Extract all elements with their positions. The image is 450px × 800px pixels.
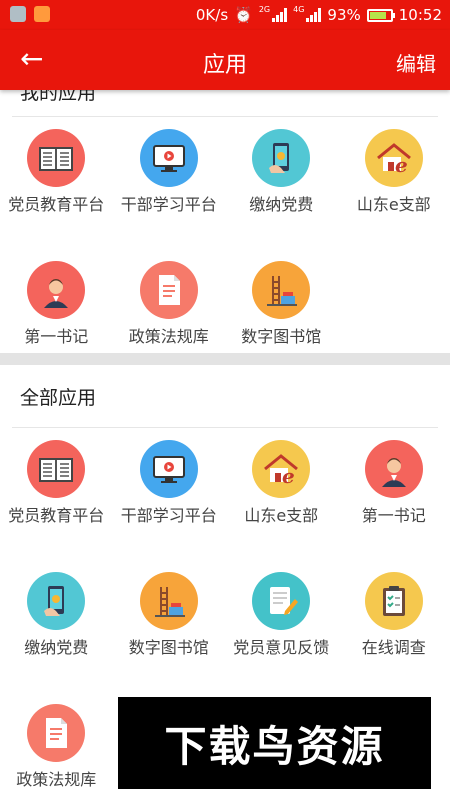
app-tile-label: 政策法规库 bbox=[16, 770, 97, 789]
svg-text:e: e bbox=[395, 153, 408, 177]
bookshelf-ladder-icon bbox=[252, 261, 311, 319]
network-speed: 0K/s bbox=[195, 6, 229, 24]
watermark-overlay: 下载鸟资源 bbox=[118, 697, 431, 789]
app-tile-label: 在线调查 bbox=[361, 638, 426, 657]
app-tile[interactable]: e 山东e支部 bbox=[338, 117, 450, 249]
all-apps-header: 全部应用 bbox=[0, 365, 450, 417]
my-apps-title: 我的应用 bbox=[20, 90, 97, 104]
app-tile[interactable]: 缴纳党费 bbox=[0, 560, 113, 692]
app-tile-label: 党员教育平台 bbox=[8, 506, 105, 525]
app-tile[interactable]: 干部学习平台 bbox=[113, 117, 226, 249]
app-tile[interactable]: 数字图书馆 bbox=[113, 560, 226, 692]
network-type-1: 2G bbox=[258, 4, 271, 14]
signal-icon-1 bbox=[272, 8, 288, 22]
content-scroll[interactable]: 我的应用 党员教育平台 干部学习平台 缴纳党费 e 山东e支部 第一书记 政策法规库 数字图书… bbox=[0, 90, 450, 800]
app-tile[interactable]: 干部学习平台 bbox=[113, 428, 226, 560]
battery-icon bbox=[366, 8, 395, 22]
app-tile[interactable]: e 山东e支部 bbox=[225, 428, 338, 560]
app-tile[interactable]: 政策法规库 bbox=[113, 249, 226, 381]
app-tile[interactable]: 在线调查 bbox=[338, 560, 450, 692]
status-bar: 0K/s ⏰ 2G 4G 93% 10:52 bbox=[0, 0, 450, 30]
person-avatar-icon bbox=[364, 440, 423, 498]
house-e-icon: e bbox=[252, 440, 311, 498]
app-tile-label: 干部学习平台 bbox=[120, 506, 217, 525]
person-avatar-icon bbox=[27, 261, 86, 319]
notepad-pencil-icon bbox=[252, 572, 311, 630]
app-tile-label: 党员教育平台 bbox=[8, 195, 105, 214]
app-tile-label: 山东e支部 bbox=[356, 195, 431, 214]
notification-app-icon bbox=[10, 6, 26, 22]
open-book-icon bbox=[27, 440, 86, 498]
signal-icon-2 bbox=[306, 8, 322, 22]
monitor-play-icon bbox=[139, 129, 198, 187]
app-tile-label: 缴纳党费 bbox=[249, 195, 314, 214]
app-tile-label: 第一书记 bbox=[361, 506, 426, 525]
notification-alert-icon bbox=[34, 6, 50, 22]
app-bar: ← 应用 编辑 bbox=[0, 30, 450, 90]
network-type-2: 4G bbox=[293, 4, 305, 14]
phone-payment-icon bbox=[27, 572, 86, 630]
clipboard-check-icon bbox=[364, 572, 423, 630]
alarm-icon: ⏰ bbox=[234, 6, 253, 24]
all-apps-title: 全部应用 bbox=[20, 387, 97, 409]
edit-button[interactable]: 编辑 bbox=[396, 48, 436, 77]
svg-text:e: e bbox=[282, 464, 295, 488]
battery-percent: 93% bbox=[327, 6, 361, 24]
my-apps-header: 我的应用 bbox=[0, 90, 450, 116]
app-tile[interactable]: 第一书记 bbox=[338, 428, 450, 560]
document-icon bbox=[27, 704, 86, 762]
app-tile-label: 数字图书馆 bbox=[241, 327, 322, 346]
app-tile[interactable]: 政策法规库 bbox=[0, 692, 113, 800]
document-icon bbox=[139, 261, 198, 319]
monitor-play-icon bbox=[139, 440, 198, 498]
app-tile-label: 缴纳党费 bbox=[24, 638, 89, 657]
app-tile-label: 数字图书馆 bbox=[128, 638, 209, 657]
status-indicators: 0K/s ⏰ 2G 4G 93% 10:52 bbox=[195, 4, 442, 25]
app-tile[interactable]: 党员教育平台 bbox=[0, 428, 113, 560]
app-tile-label: 第一书记 bbox=[24, 327, 89, 346]
bookshelf-ladder-icon bbox=[139, 572, 198, 630]
app-tile-label: 党员意见反馈 bbox=[233, 638, 330, 657]
app-tile-label: 政策法规库 bbox=[128, 327, 209, 346]
phone-payment-icon bbox=[252, 129, 311, 187]
app-tile[interactable]: 缴纳党费 bbox=[225, 117, 338, 249]
clock: 10:52 bbox=[398, 6, 442, 24]
page-title: 应用 bbox=[202, 53, 247, 78]
app-tile[interactable]: 第一书记 bbox=[0, 249, 113, 381]
app-tile-label: 干部学习平台 bbox=[120, 195, 217, 214]
my-apps-grid: 党员教育平台 干部学习平台 缴纳党费 e 山东e支部第一书记 政策法规库 数字图书馆 bbox=[0, 117, 450, 353]
open-book-icon bbox=[27, 129, 86, 187]
app-tile[interactable]: 数字图书馆 bbox=[225, 249, 338, 381]
notification-icons bbox=[10, 6, 50, 22]
app-tile[interactable]: 党员教育平台 bbox=[0, 117, 113, 249]
app-tile[interactable]: 党员意见反馈 bbox=[225, 560, 338, 692]
house-e-icon: e bbox=[364, 129, 423, 187]
app-tile-label: 山东e支部 bbox=[244, 506, 319, 525]
